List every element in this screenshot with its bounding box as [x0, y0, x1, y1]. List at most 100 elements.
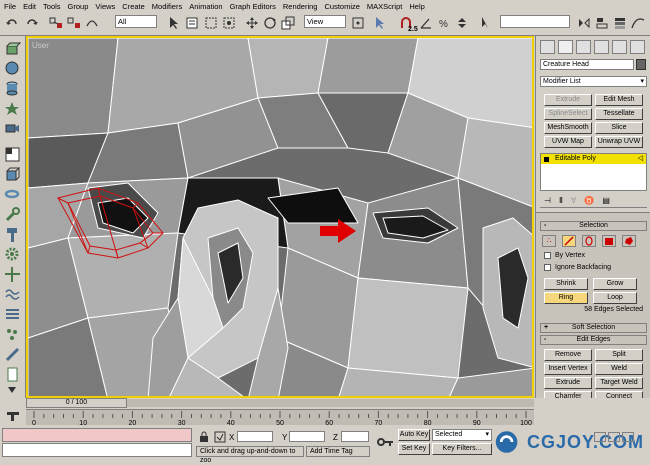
select-by-name-icon[interactable] — [184, 15, 200, 31]
create-tab-icon[interactable] — [540, 40, 555, 54]
create-object-icon[interactable] — [4, 40, 22, 57]
auto-key-button[interactable]: Auto Key — [398, 429, 430, 441]
menu-file[interactable]: File — [4, 2, 16, 11]
show-end-result-icon[interactable]: Ⅱ — [559, 196, 563, 205]
remove-modifier-icon[interactable]: ♉ — [584, 196, 594, 205]
systems-icon[interactable] — [4, 306, 21, 323]
shrink-button[interactable]: Shrink — [544, 278, 588, 290]
more-tools-icon[interactable] — [4, 384, 21, 396]
sphere-tool-icon[interactable] — [4, 60, 21, 77]
menu-group[interactable]: Group — [68, 2, 89, 11]
edit-edges-rollout-header[interactable]: - Edit Edges — [540, 335, 647, 345]
configure-sets-icon[interactable]: ▤ — [602, 196, 610, 205]
particle-icon[interactable] — [4, 326, 21, 343]
time-slider[interactable]: 0 / 100 — [26, 398, 127, 408]
key-filters-button[interactable]: Key Filters... — [432, 443, 492, 455]
by-vertex-checkbox[interactable]: By Vertex — [544, 252, 585, 259]
polygon-mode-icon[interactable] — [602, 234, 616, 247]
space-warp-icon[interactable] — [4, 286, 21, 303]
border-mode-icon[interactable] — [582, 234, 596, 247]
loop-button[interactable]: Loop — [593, 292, 637, 304]
maxscript-listener[interactable] — [2, 428, 192, 442]
light-bulb-icon[interactable]: ◁ — [638, 154, 643, 164]
helper-tool-icon[interactable] — [4, 266, 21, 283]
menu-edit[interactable]: Edit — [23, 2, 36, 11]
undo-icon[interactable] — [4, 15, 20, 31]
element-mode-icon[interactable] — [622, 234, 636, 247]
edge-button-remove[interactable]: Remove — [544, 349, 592, 361]
ignore-backfacing-box[interactable] — [544, 264, 551, 271]
menu-modifiers[interactable]: Modifiers — [152, 2, 182, 11]
box-tool-icon[interactable] — [4, 166, 21, 183]
modifier-button-tessellate[interactable]: Tessellate — [595, 108, 643, 120]
edge-button-weld[interactable]: Weld — [595, 363, 643, 375]
set-key-button[interactable]: Set Key — [398, 443, 430, 455]
menu-tools[interactable]: Tools — [43, 2, 61, 11]
menu-views[interactable]: Views — [95, 2, 115, 11]
modifier-button-unwrap-uvw[interactable]: Unwrap UVW — [595, 136, 643, 148]
modify-tab-icon[interactable] — [558, 40, 573, 54]
maxscript-input[interactable] — [2, 443, 192, 457]
menu-animation[interactable]: Animation — [189, 2, 222, 11]
mirror-icon[interactable] — [576, 15, 592, 31]
selection-rollout-header[interactable]: - Selection — [540, 221, 647, 231]
modifier-button-extrude[interactable]: Extrude — [544, 94, 592, 106]
track-bar[interactable]: 0 10 20 30 40 50 60 70 80 90 100 — [26, 409, 534, 427]
key-icon[interactable] — [376, 435, 394, 449]
hammer-tool-icon[interactable] — [4, 226, 21, 243]
menu-customize[interactable]: Customize — [324, 2, 359, 11]
percent-snap-icon[interactable]: % — [436, 15, 452, 31]
edge-button-target-weld[interactable]: Target Weld — [595, 377, 643, 389]
menu-create[interactable]: Create — [122, 2, 145, 11]
modifier-button-meshsmooth[interactable]: MeshSmooth — [544, 122, 592, 134]
unlink-icon[interactable] — [66, 15, 82, 31]
bind-space-warp-icon[interactable] — [84, 15, 100, 31]
perspective-viewport[interactable]: User — [26, 36, 534, 398]
selection-filter-dropdown[interactable]: All — [115, 15, 157, 28]
vertex-mode-icon[interactable]: ∴ — [542, 234, 556, 247]
hierarchy-tab-icon[interactable] — [576, 40, 591, 54]
modifier-button-edit-mesh[interactable]: Edit Mesh — [595, 94, 643, 106]
named-selection-sets-dropdown[interactable] — [500, 15, 570, 28]
edge-button-insert-vertex[interactable]: Insert Vertex — [544, 363, 592, 375]
object-color-swatch[interactable] — [636, 59, 646, 70]
stack-expand-icon[interactable] — [544, 156, 549, 162]
time-slider-track[interactable] — [127, 399, 534, 407]
utilities-tab-icon[interactable] — [630, 40, 645, 54]
layer-manager-icon[interactable] — [612, 15, 628, 31]
select-manipulate-icon[interactable] — [372, 15, 388, 31]
by-vertex-box[interactable] — [544, 252, 551, 259]
menu-graph-editors[interactable]: Graph Editors — [230, 2, 276, 11]
absolute-mode-icon[interactable] — [214, 431, 226, 443]
motion-tab-icon[interactable] — [594, 40, 609, 54]
edge-mode-icon[interactable] — [562, 234, 576, 247]
x-coordinate-field[interactable] — [237, 431, 273, 442]
display-tab-icon[interactable] — [612, 40, 627, 54]
window-crossing-icon[interactable] — [221, 15, 237, 31]
pivot-center-icon[interactable] — [350, 15, 366, 31]
z-coordinate-field[interactable] — [341, 431, 369, 442]
track-view-icon[interactable] — [6, 410, 20, 422]
ignore-backfacing-checkbox[interactable]: Ignore Backfacing — [544, 264, 611, 271]
menu-help[interactable]: Help — [409, 2, 424, 11]
pan-icon[interactable] — [622, 432, 634, 442]
modifier-list-dropdown[interactable]: Modifier List ▾ — [540, 76, 647, 87]
named-selection-icon[interactable] — [478, 15, 494, 31]
edge-button-split[interactable]: Split — [595, 349, 643, 361]
modifier-button-uvw-map[interactable]: UVW Map — [544, 136, 592, 148]
cylinder-tool-icon[interactable] — [4, 80, 21, 97]
menu-maxscript[interactable]: MAXScript — [367, 2, 402, 11]
reference-coordinate-dropdown[interactable]: View — [304, 15, 346, 28]
light-tool-icon[interactable] — [4, 100, 21, 117]
edge-button-extrude[interactable]: Extrude — [544, 377, 592, 389]
angle-snap-icon[interactable] — [418, 15, 434, 31]
lock-icon[interactable] — [198, 431, 210, 443]
make-unique-icon[interactable]: ∀ — [571, 196, 576, 205]
select-object-icon[interactable] — [166, 15, 182, 31]
grow-button[interactable]: Grow — [593, 278, 637, 290]
move-icon[interactable] — [244, 15, 260, 31]
stack-item-editable-poly[interactable]: Editable Poly ◁ — [541, 154, 646, 164]
zoom-icon[interactable] — [594, 432, 606, 442]
viewport-layout-icon[interactable] — [4, 146, 21, 163]
modifier-button-slice[interactable]: Slice — [595, 122, 643, 134]
